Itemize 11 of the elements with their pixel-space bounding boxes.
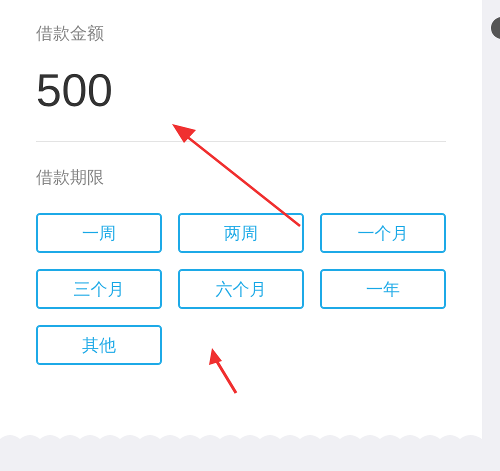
term-option[interactable]: 一个月: [320, 213, 446, 253]
term-label: 借款期限: [36, 167, 104, 189]
term-option[interactable]: 两周: [178, 213, 304, 253]
arrow-annotation: [209, 348, 238, 394]
term-option[interactable]: 一周: [36, 213, 162, 253]
amount-value: 500: [36, 67, 113, 113]
term-option[interactable]: 三个月: [36, 269, 162, 309]
term-option[interactable]: 其他: [36, 325, 162, 365]
term-option[interactable]: 六个月: [178, 269, 304, 309]
amount-label: 借款金额: [36, 23, 104, 45]
term-option[interactable]: 一年: [320, 269, 446, 309]
